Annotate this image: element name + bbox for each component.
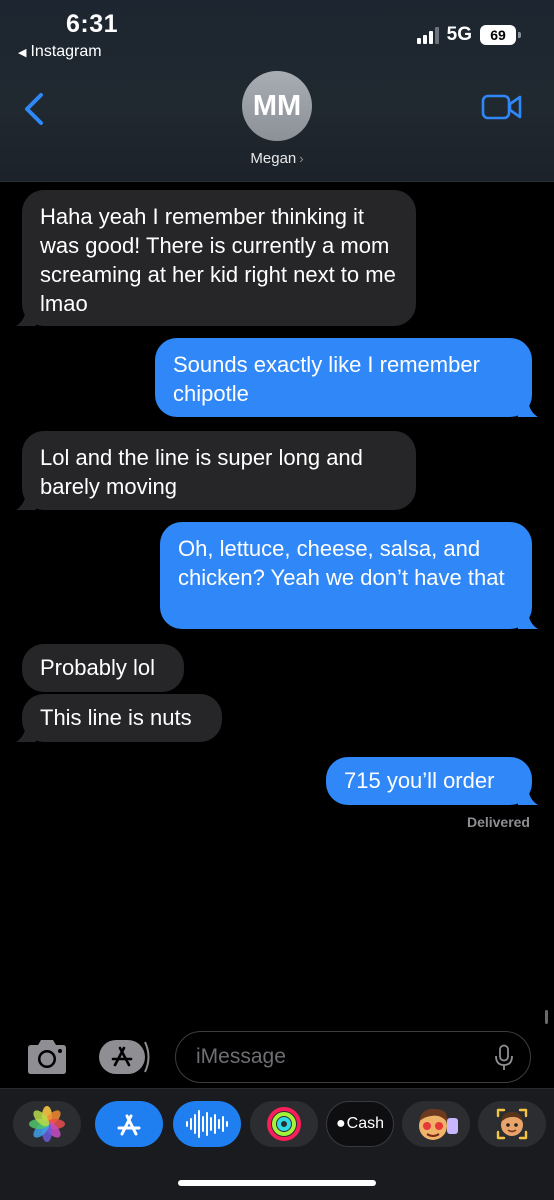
back-to-app-link[interactable]: ◀ Instagram bbox=[18, 43, 102, 61]
app-store-icon bbox=[117, 1114, 141, 1136]
contact-name-button[interactable]: Megan › bbox=[0, 150, 554, 167]
app-store-app[interactable] bbox=[95, 1101, 163, 1147]
message-text: This line is nuts bbox=[40, 705, 192, 730]
chevron-right-icon: › bbox=[299, 151, 304, 166]
microphone-icon[interactable] bbox=[494, 1044, 514, 1072]
network-type: 5G bbox=[446, 24, 472, 45]
imessage-input[interactable] bbox=[196, 1042, 486, 1072]
battery-icon: 69 bbox=[480, 25, 521, 45]
avatar-initials: MM bbox=[252, 89, 302, 122]
message-text: Lol and the line is super long and barel… bbox=[40, 445, 363, 499]
message-bubble-outgoing[interactable]: 715 you’ll order bbox=[326, 757, 538, 805]
conversation-header: 6:31 ◀ Instagram 5G 69 MM Megan › bbox=[0, 0, 554, 182]
memoji-stickers-icon bbox=[419, 1108, 458, 1140]
bubble-tail-icon bbox=[518, 785, 538, 805]
animoji-icon bbox=[496, 1108, 528, 1140]
cash-label: Cash bbox=[346, 1115, 385, 1132]
message-input-container[interactable] bbox=[175, 1031, 531, 1083]
activity-app[interactable] bbox=[250, 1101, 318, 1147]
message-text: Oh, lettuce, cheese, salsa, and chicken?… bbox=[178, 536, 505, 590]
status-time: 6:31 bbox=[66, 10, 119, 38]
message-bubble-incoming[interactable]: Probably lol bbox=[22, 644, 184, 692]
back-app-label: Instagram bbox=[30, 43, 102, 60]
message-bubble-incoming[interactable]: This line is nuts bbox=[16, 694, 222, 742]
scroll-indicator[interactable] bbox=[545, 1010, 548, 1024]
contact-name: Megan bbox=[250, 150, 297, 167]
audio-message-app[interactable] bbox=[173, 1101, 241, 1147]
audio-waveform-icon bbox=[186, 1110, 228, 1138]
animoji-app[interactable] bbox=[478, 1101, 546, 1147]
photos-icon bbox=[29, 1106, 65, 1142]
battery-level: 69 bbox=[490, 27, 506, 43]
back-triangle-icon: ◀ bbox=[18, 46, 27, 59]
message-bubble-outgoing[interactable]: Oh, lettuce, cheese, salsa, and chicken?… bbox=[160, 522, 538, 629]
delivery-status: Delivered bbox=[466, 814, 530, 830]
message-bubble-incoming[interactable]: Lol and the line is super long and barel… bbox=[16, 431, 416, 510]
apple-logo-icon: ● bbox=[335, 1115, 346, 1132]
camera-icon[interactable] bbox=[24, 1037, 70, 1077]
memoji-stickers-app[interactable] bbox=[402, 1101, 470, 1147]
apple-cash-app[interactable]: ● Cash bbox=[326, 1101, 394, 1147]
back-chevron-icon[interactable] bbox=[22, 92, 46, 126]
home-indicator[interactable] bbox=[178, 1180, 376, 1186]
status-indicators: 5G 69 bbox=[416, 24, 521, 46]
bubble-tail-icon bbox=[16, 306, 36, 326]
bubble-tail-icon bbox=[16, 722, 36, 742]
message-bubble-incoming[interactable]: Haha yeah I remember thinking it was goo… bbox=[16, 190, 416, 326]
message-bubble-outgoing[interactable]: Sounds exactly like I remember chipotle bbox=[155, 338, 538, 417]
bubble-tail-icon bbox=[518, 609, 538, 629]
bubble-tail-icon bbox=[518, 397, 538, 417]
message-text: Haha yeah I remember thinking it was goo… bbox=[40, 204, 396, 316]
video-call-icon[interactable] bbox=[481, 93, 523, 121]
message-text: 715 you’ll order bbox=[344, 768, 495, 793]
app-store-apps-icon[interactable] bbox=[98, 1039, 152, 1075]
cellular-signal-icon bbox=[416, 26, 439, 44]
message-text: Probably lol bbox=[40, 655, 155, 680]
activity-rings-icon bbox=[267, 1107, 301, 1141]
message-text: Sounds exactly like I remember chipotle bbox=[173, 352, 480, 406]
bubble-tail-icon bbox=[16, 490, 36, 510]
contact-avatar[interactable]: MM bbox=[242, 71, 312, 141]
photos-app[interactable] bbox=[13, 1101, 81, 1147]
